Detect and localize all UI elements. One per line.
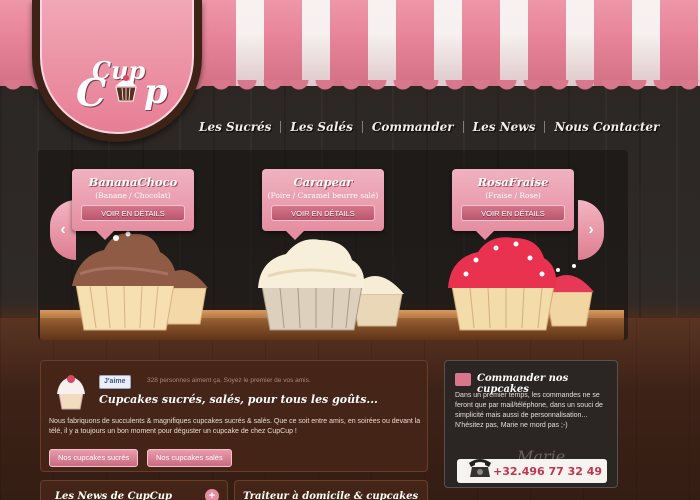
order-box: Commander nos cupcakes Dans un premier t… — [444, 360, 618, 488]
nav-item-sucres[interactable]: Les Sucrés — [190, 120, 280, 134]
product-flavor: (Fraise / Rose) — [485, 191, 541, 200]
product-flavor: (Banane / Chocolat) — [95, 191, 171, 200]
main-nav: Les Sucrés Les Salés Commander Les News … — [190, 120, 668, 134]
cupcake-rosafraise-image[interactable] — [446, 230, 596, 334]
nav-item-news[interactable]: Les News — [464, 120, 545, 134]
view-details-button[interactable]: VOIR EN DÉTAILS — [271, 205, 375, 221]
like-count: 328 personnes aiment ça. Soyez le premie… — [147, 377, 311, 384]
cupcake-bananachoco-image[interactable] — [70, 222, 210, 334]
cupcake-logo-icon — [115, 75, 137, 102]
cupcake-carapear-image[interactable] — [256, 234, 406, 334]
savory-cupcakes-button[interactable]: Nos cupcakes salés — [147, 449, 232, 467]
order-text: Dans un premier temps, les commandes ne … — [455, 392, 603, 429]
view-details-button[interactable]: VOIR EN DÉTAILS — [81, 205, 185, 221]
sweet-cupcakes-button[interactable]: Nos cupcakes sucrés — [49, 449, 139, 467]
like-label: J'aime — [104, 378, 126, 385]
logo-text-c: C — [76, 70, 107, 115]
phone-number[interactable]: +32.496 77 32 49 — [493, 465, 602, 478]
chevron-left-icon: ‹ — [60, 221, 66, 238]
product-card-bananachoco: BananaChoco (Banane / Chocolat) VOIR EN … — [72, 169, 194, 240]
view-details-button[interactable]: VOIR EN DÉTAILS — [461, 205, 565, 221]
intro-text: Nous fabriquons de succulents & magnifiq… — [49, 418, 421, 435]
product-name: RosaFraise — [477, 175, 549, 189]
nav-item-sales[interactable]: Les Salés — [281, 120, 361, 134]
cupcake-thumbnail-image — [57, 375, 85, 410]
product-card-rosafraise: RosaFraise (Fraise / Rose) VOIR EN DÉTAI… — [452, 169, 574, 240]
product-name: Carapear — [293, 175, 353, 189]
product-flavor: (Poire / Caramel beurre salé) — [267, 191, 379, 200]
facebook-like-button[interactable]: J'aime — [99, 375, 131, 389]
plus-icon[interactable]: + — [205, 489, 219, 500]
telephone-icon — [469, 459, 491, 477]
traiteur-title: Traiteur à domicile & cupcakes — [243, 491, 419, 500]
intro-box: J'aime 328 personnes aiment ça. Soyez le… — [40, 360, 428, 472]
shop-icon — [455, 373, 471, 386]
traiteur-box: Traiteur à domicile & cupcakes — [234, 480, 428, 500]
intro-title: Cupcakes sucrés, salés, pour tous les go… — [99, 393, 378, 406]
product-card-carapear: Carapear (Poire / Caramel beurre salé) V… — [262, 169, 384, 240]
product-name: BananaChoco — [88, 175, 178, 189]
nav-item-contact[interactable]: Nous Contacter — [545, 120, 668, 134]
news-box: Les News de CupCup + — [40, 480, 228, 500]
news-title: Les News de CupCup — [55, 491, 173, 500]
logo-text-p: p — [144, 72, 168, 112]
nav-item-commander[interactable]: Commander — [363, 120, 463, 134]
